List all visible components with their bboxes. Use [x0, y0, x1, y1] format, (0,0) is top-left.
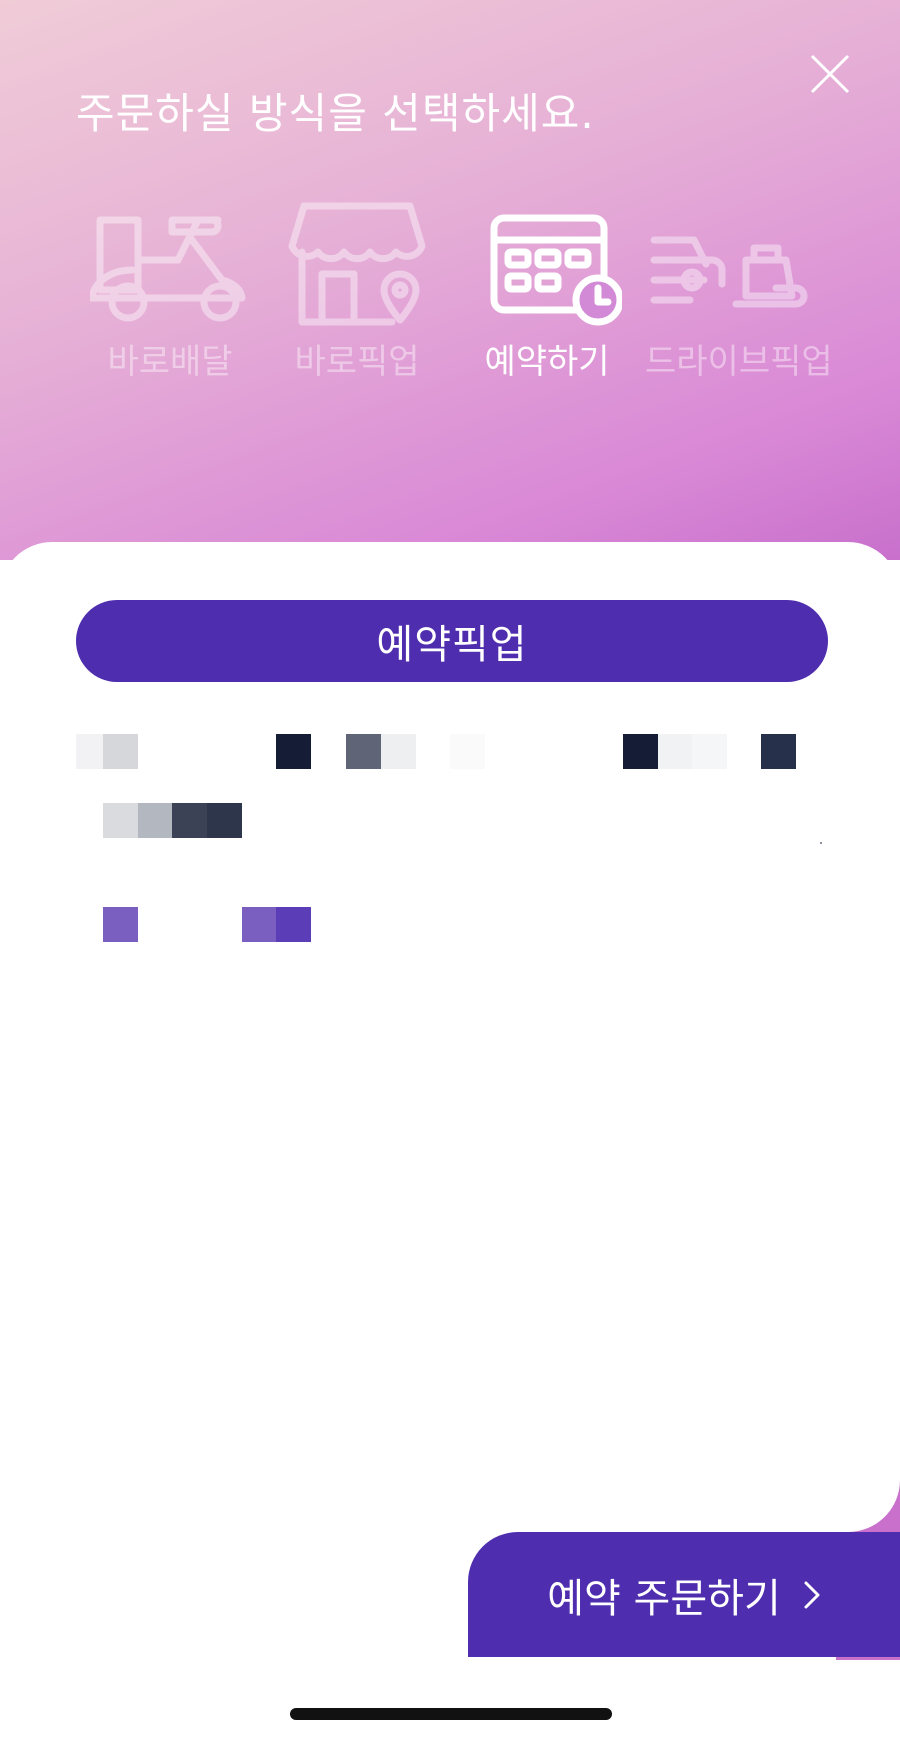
chevron-right-icon	[804, 1581, 820, 1608]
mode-reservation-label: 예약하기	[484, 342, 610, 382]
mode-pickup-label: 바로픽업	[294, 342, 420, 382]
calendar-clock-icon	[490, 214, 622, 326]
order-method-header: 주문하실 방식을 선택하세요. 바로배달 바로픽업 예약하기 드라이브픽업	[0, 0, 900, 560]
mode-drive-pickup[interactable]: 드라이브픽업	[645, 200, 833, 382]
mode-pickup[interactable]: 바로픽업	[272, 200, 442, 382]
options-sheet	[0, 542, 900, 1532]
drive-pickup-icon	[650, 236, 808, 308]
reservation-pickup-option[interactable]: 예약픽업	[76, 600, 828, 682]
store-pin-icon	[288, 202, 426, 326]
mode-delivery[interactable]: 바로배달	[85, 200, 255, 382]
order-mode-tabs: 바로배달 바로픽업 예약하기 드라이브픽업	[0, 200, 900, 382]
reservation-order-label: 예약 주문하기	[547, 1575, 781, 1622]
reservation-order-button[interactable]: 예약 주문하기	[468, 1532, 900, 1657]
page-title: 주문하실 방식을 선택하세요.	[76, 89, 595, 138]
mode-drive-pickup-label: 드라이브픽업	[645, 342, 833, 382]
scooter-icon	[90, 216, 246, 322]
home-indicator	[290, 1708, 612, 1720]
close-icon	[810, 54, 850, 94]
close-button[interactable]	[806, 50, 854, 98]
mode-delivery-label: 바로배달	[107, 342, 233, 382]
mode-reservation[interactable]: 예약하기	[462, 200, 632, 382]
